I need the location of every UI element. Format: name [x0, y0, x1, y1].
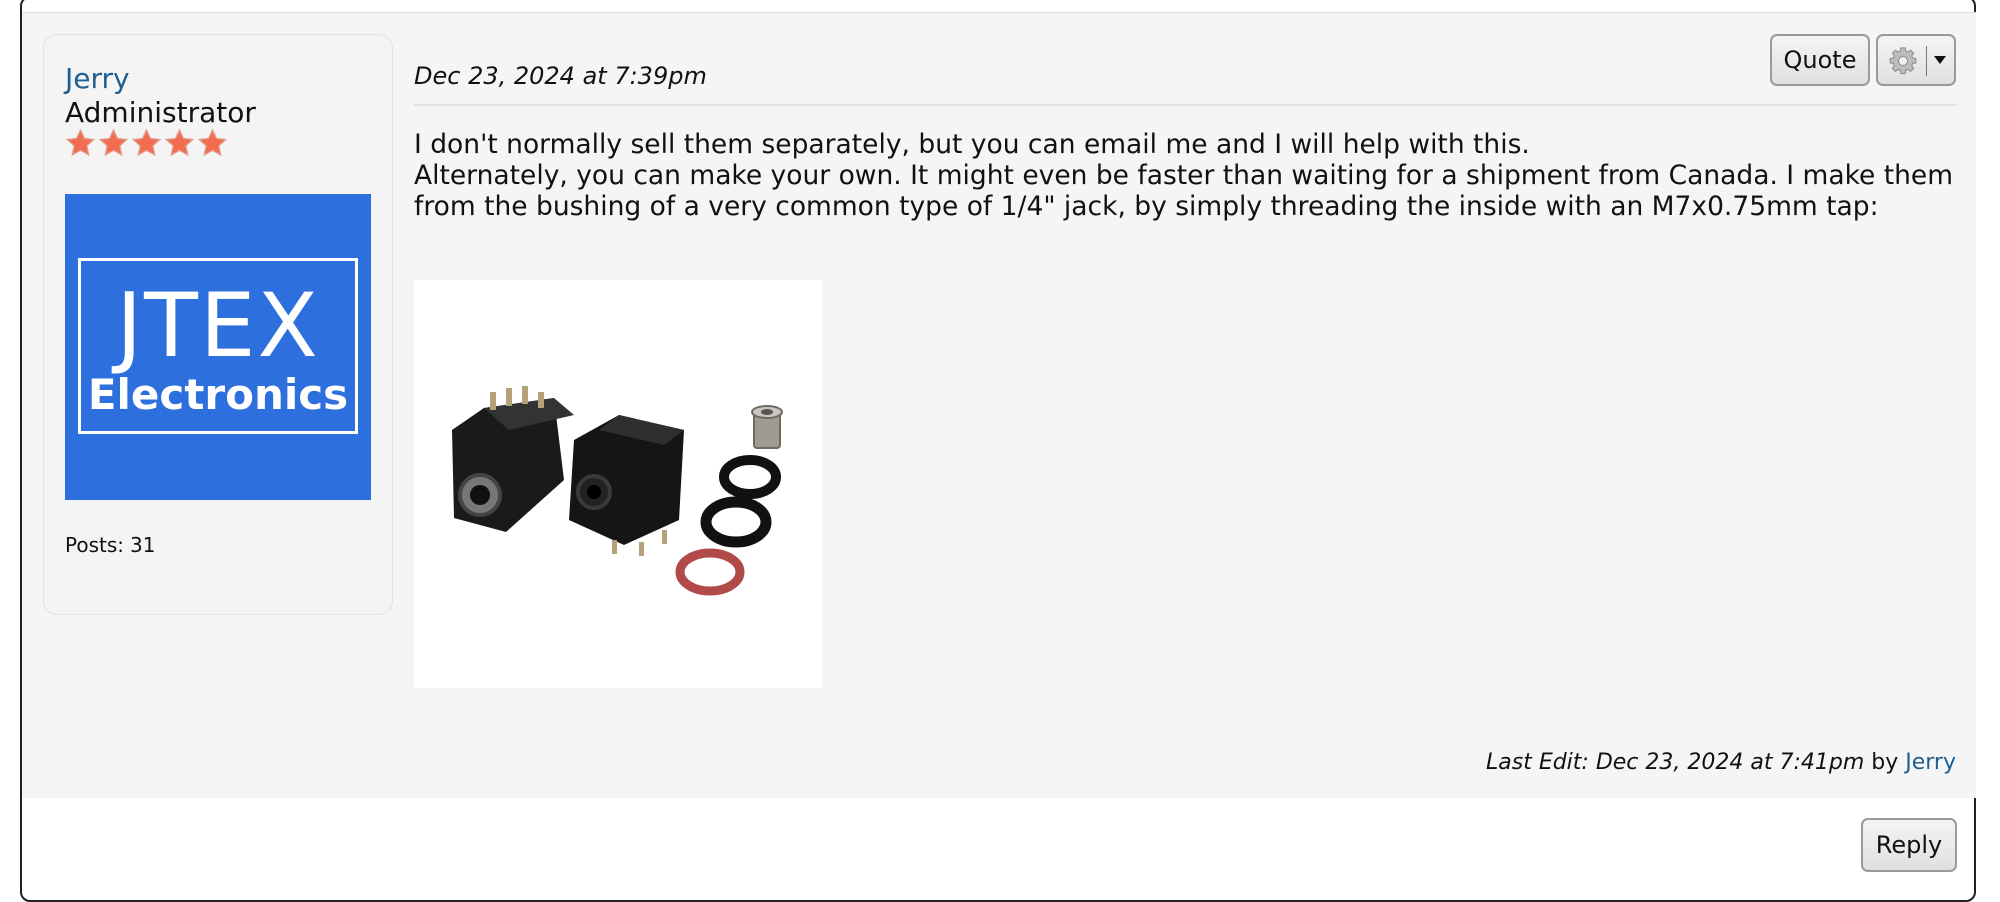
options-divider	[1926, 46, 1927, 76]
star-icon	[65, 128, 96, 157]
washer-black	[719, 455, 781, 499]
star-icon	[197, 128, 228, 157]
rank-stars	[65, 128, 228, 159]
washer-red	[675, 548, 745, 596]
author-post-count: Posts: 31	[65, 533, 155, 557]
jack-middle	[569, 415, 684, 556]
gear-icon	[1889, 47, 1917, 75]
star-icon	[164, 128, 195, 157]
star-icon	[131, 128, 162, 157]
author-name-link[interactable]: Jerry	[65, 62, 130, 95]
header-divider	[414, 104, 1956, 106]
last-editor-link[interactable]: Jerry	[1905, 750, 1956, 775]
posts-count: 31	[130, 533, 156, 557]
post-options-button[interactable]	[1876, 34, 1956, 86]
washer-black	[700, 496, 772, 548]
author-avatar: JTEX Electronics	[65, 194, 371, 500]
post-image-audio-jack[interactable]	[414, 280, 822, 688]
jack-left	[452, 386, 574, 532]
avatar-logo-subtext: Electronics	[87, 370, 349, 419]
audio-jack-photo	[452, 386, 783, 596]
post-date: Dec 23, 2024 at 7:39pm	[414, 62, 707, 90]
quote-button[interactable]: Quote	[1770, 34, 1870, 86]
last-edit-date: Last Edit: Dec 23, 2024 at 7:41pm	[1486, 750, 1865, 775]
reply-button[interactable]: Reply	[1861, 818, 1957, 872]
avatar-logo-text: JTEX	[116, 274, 320, 377]
post-message: I don't normally sell them separately, b…	[414, 129, 1954, 222]
message-line: I don't normally sell them separately, b…	[414, 129, 1530, 160]
chevron-down-icon	[1934, 56, 1946, 64]
last-edit-info: Last Edit: Dec 23, 2024 at 7:41pm by Jer…	[1486, 750, 1956, 775]
author-rank: Administrator	[65, 96, 256, 129]
posts-label: Posts:	[65, 533, 125, 557]
message-line: Alternately, you can make your own. It m…	[414, 160, 1954, 222]
jack-bushing	[751, 405, 783, 449]
last-edit-by: by	[1871, 750, 1899, 775]
star-icon	[98, 128, 129, 157]
